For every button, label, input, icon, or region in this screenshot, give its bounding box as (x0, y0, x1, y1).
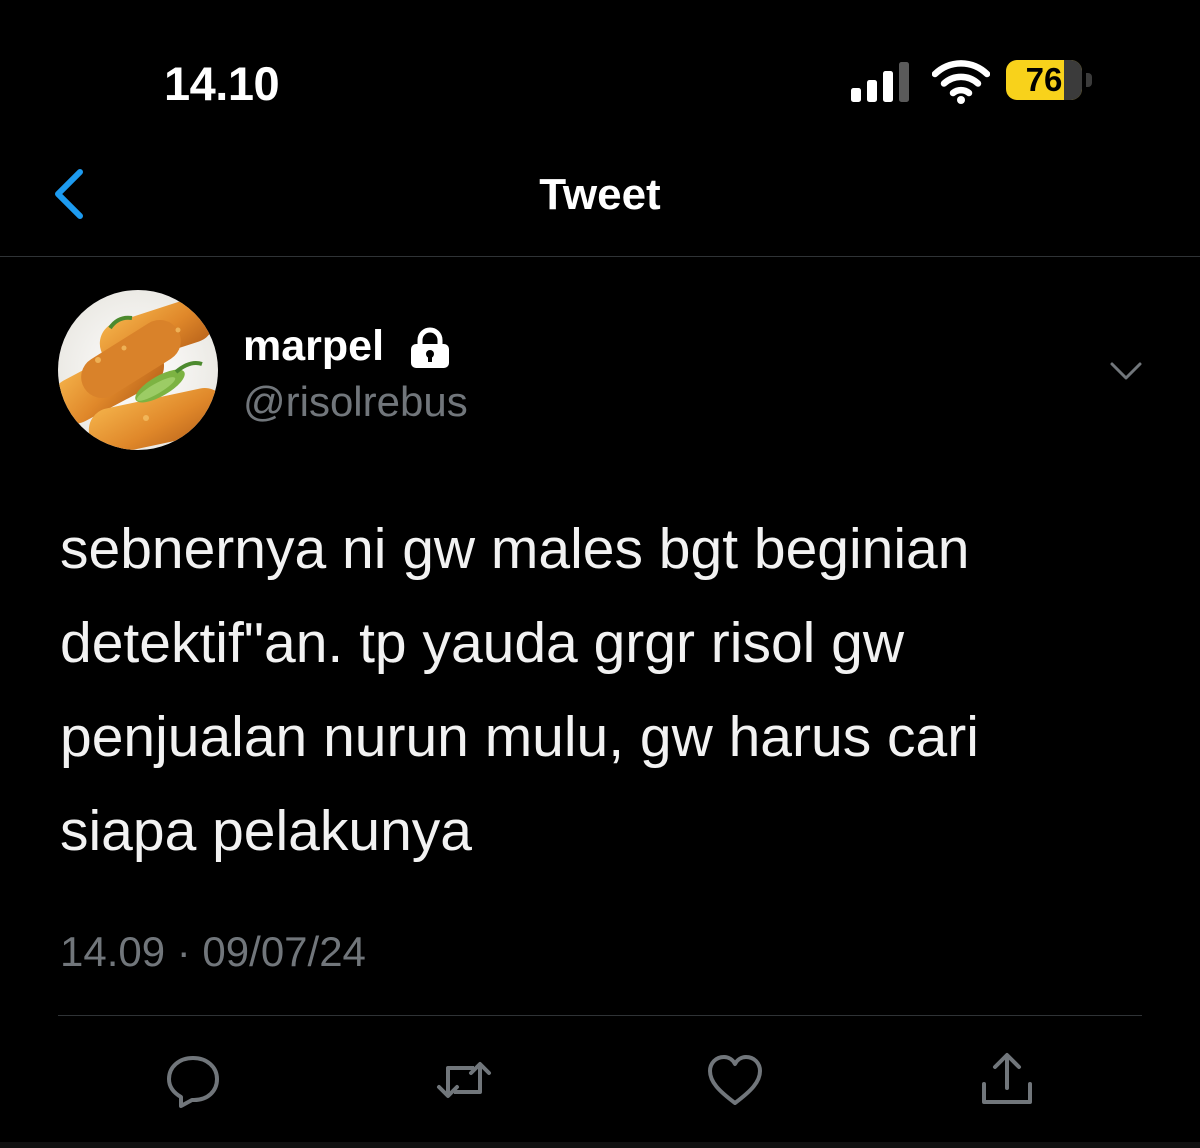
divider (58, 1015, 1142, 1016)
lock-icon (408, 326, 452, 370)
status-time: 14.10 (164, 57, 280, 110)
reply-icon[interactable] (163, 1050, 223, 1110)
tweet-text-line: sebnernya ni gw males bgt beginian (60, 517, 970, 581)
display-name[interactable]: marpel (243, 322, 384, 371)
chevron-left-icon[interactable] (46, 166, 96, 222)
battery-tip (1086, 73, 1092, 87)
page-title: Tweet (539, 170, 661, 219)
tweet-timestamp[interactable]: 14.09 · 09/07/24 (60, 928, 366, 976)
chevron-down-icon[interactable] (1106, 354, 1146, 386)
share-icon[interactable] (977, 1050, 1037, 1110)
user-handle[interactable]: @risolrebus (243, 378, 468, 426)
like-icon[interactable] (705, 1050, 765, 1110)
tweet-actions (0, 1040, 1200, 1120)
battery-body: 76 (1006, 60, 1082, 100)
bottom-edge (0, 1142, 1200, 1148)
nav-bar: Tweet (0, 150, 1200, 257)
wifi-icon (931, 60, 991, 104)
avatar[interactable] (58, 290, 218, 450)
tweet-text-line: detektif"an. tp yauda grgr risol gw (60, 611, 905, 675)
tweet-text-line: siapa pelakunya (60, 799, 472, 863)
tweet-text: sebnernya ni gw males bgt beginian detek… (60, 502, 1160, 878)
retweet-icon[interactable] (434, 1050, 494, 1110)
tweet-header: marpel @risolrebus (0, 256, 1200, 476)
status-bar: 14.10 76 (0, 0, 1200, 150)
tweet-text-line: penjualan nurun mulu, gw harus cari (60, 705, 979, 769)
cellular-signal-icon (851, 58, 913, 102)
battery-level: 76 (1025, 61, 1063, 98)
battery-icon: 76 (1006, 60, 1096, 102)
